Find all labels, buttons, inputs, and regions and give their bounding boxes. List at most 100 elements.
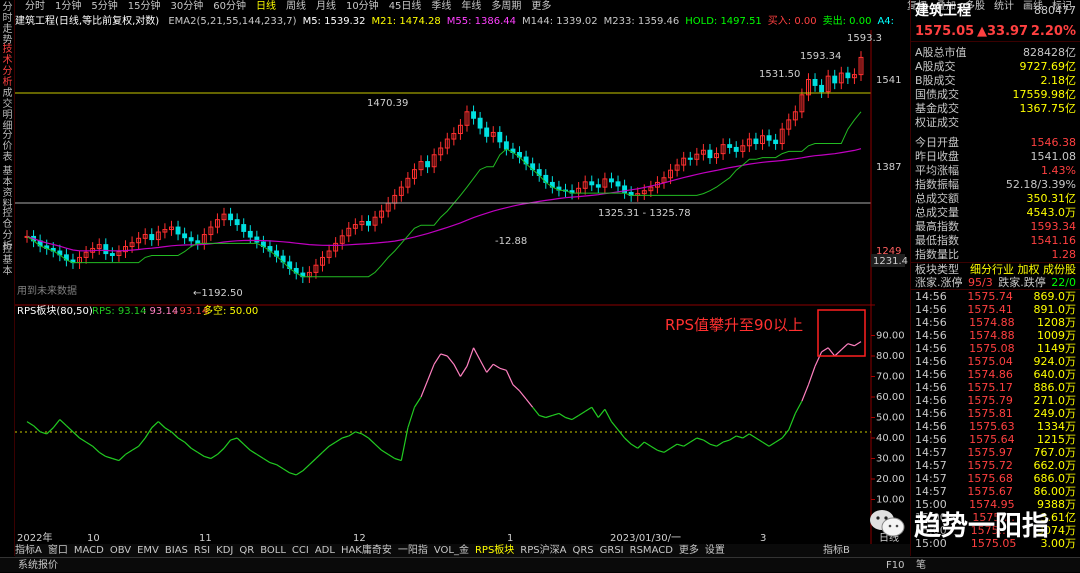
indicator-tab-4[interactable]: EMV [137,545,159,556]
indicator-tab-7[interactable]: KDJ [216,545,233,556]
indicator-tab-5[interactable]: BIAS [165,545,188,556]
stat-value: 1.28 [1051,248,1077,261]
period-0[interactable]: 分时 [25,0,45,14]
period-13[interactable]: 多周期 [491,0,521,14]
period-10[interactable]: 45日线 [389,0,422,14]
indicator-tab-0[interactable]: 指标A [15,545,42,556]
tick-time: 14:56 [915,303,947,316]
indicator-value-5: M233: 1359.46 [603,16,680,27]
candle-body [366,220,371,226]
rps-axis-tick: 50.00 [876,413,905,424]
tick-volume: 640.0万 [1033,368,1076,381]
tick-row: 14:56 1574.86 640.0万 [911,368,1080,381]
indicator-tab-2[interactable]: MACD [74,545,104,556]
candle-body [503,141,509,150]
x-axis-label-6: 3 [760,533,766,544]
indicator-value-0: EMA2(5,21,55,144,233,7) [168,16,297,27]
indicator-tab-6[interactable]: RSI [194,545,210,556]
stat-row: 国债成交 17559.98亿 [911,88,1080,102]
f10-button[interactable]: F10 [886,558,904,573]
left-tab-2[interactable]: 成交明细 [1,88,14,132]
stat-row: A股总市值 828428亿 [911,46,1080,60]
stat-label: 最高指数 [915,220,959,233]
indicator-tab-20[interactable]: 更多 [679,545,699,556]
rps-axis-tick: 30.00 [876,454,905,465]
indicator-tab-12[interactable]: HAK庸奇安 [341,545,392,556]
stat-label: 今日开盘 [915,136,959,149]
left-tab-6[interactable]: 控基本 [1,244,14,277]
left-tab-4[interactable]: 基本资料 [1,166,14,210]
period-11[interactable]: 季线 [431,0,451,14]
period-9[interactable]: 10分钟 [346,0,379,14]
period-8[interactable]: 月线 [316,0,336,14]
stats-list: A股总市值 828428亿 A股成交 9727.69亿 B股成交 2.18亿 国债成交 175… [911,42,1080,262]
stat-row: 平均涨幅 1.43% [911,164,1080,178]
candle-body [149,234,155,241]
stat-label: 基金成交 [915,102,959,115]
indicator-tab-21[interactable]: 设置 [705,545,725,556]
candle-body [484,127,490,137]
indicator-tab-3[interactable]: OBV [110,545,131,556]
candle-body [589,181,595,186]
stat-row: 指数量比 1.28 [911,248,1080,262]
indicator-tab-15[interactable]: RPS板块 [475,545,514,556]
rps-value-1: RPS: 93.14 [92,306,147,317]
x-axis-label-1: 10 [87,533,100,544]
tick-time: 14:57 [915,472,947,485]
candle-body [188,237,194,242]
left-tab-3[interactable]: 分价表 [1,130,14,163]
stat-row: 今日开盘 1546.38 [911,136,1080,150]
indicator-tab-19[interactable]: RSMACD [630,545,673,556]
stat-label: 平均涨幅 [915,164,959,177]
axis-1387: 1387 [876,162,901,173]
indicator-value-6: HOLD: 1497.51 [685,16,762,27]
tick-time: 14:57 [915,459,947,472]
indicator-tab-14[interactable]: VOL_金 [434,545,469,556]
indicator-tab-22[interactable]: 指标B [823,544,850,557]
period-12[interactable]: 年线 [461,0,481,14]
tick-row: 14:56 1574.88 1208万 [911,316,1080,329]
indicator-tab-9[interactable]: BOLL [260,545,286,556]
indicator-tab-13[interactable]: 一阳指 [398,545,428,556]
indicator-tab-11[interactable]: ADL [315,545,335,556]
pen-button[interactable]: 笔 [916,558,926,573]
main-chart-area[interactable]: 1593.34 1593.3 1531.50 1470.39 1325.31 - 132… [15,30,910,544]
tick-price: 1574.88 [969,316,1015,329]
indicator-tab-18[interactable]: GRSI [600,545,624,556]
indicator-tab-1[interactable]: 窗口 [48,545,68,556]
left-tab-1[interactable]: 技术分析 [1,44,14,88]
tick-volume: 1149万 [1036,342,1076,355]
candle-body [497,131,503,143]
axis-1231: 1231.4 [873,256,908,267]
candle-body [707,149,713,159]
up-count-label: 涨家.涨停 [915,276,963,289]
stat-label: 权证成交 [915,116,959,129]
period-5[interactable]: 60分钟 [213,0,246,14]
period-6[interactable]: 日线 [256,0,276,14]
candle-body [609,178,614,183]
indicator-value-8: 卖出: 0.00 [822,16,872,27]
period-7[interactable]: 周线 [286,0,306,14]
indicator-tab-16[interactable]: RPS沪深A [520,545,566,556]
period-4[interactable]: 30分钟 [170,0,203,14]
rps-axis-tick: 20.00 [876,474,905,485]
tick-time: 14:56 [915,329,947,342]
tick-row: 14:57 1575.67 86.00万 [911,485,1080,498]
indicator-tab-8[interactable]: QR [239,545,254,556]
tick-time: 14:56 [915,290,947,303]
candle-body [103,244,109,255]
quote-panel: 建筑工程 880477 1575.05 ▲33.97 2.20% A股总市值 82… [910,0,1080,556]
tick-price: 1575.67 [967,485,1013,498]
board-type-value[interactable]: 细分行业 加权 成份股 [970,263,1076,276]
indicator-tab-10[interactable]: CCI [292,545,309,556]
left-tab-0[interactable]: 分时走势 [1,2,14,46]
period-14[interactable]: 更多 [531,0,551,14]
period-1[interactable]: 1分钟 [55,0,81,14]
indicator-tab-17[interactable]: QRS [572,545,593,556]
period-2[interactable]: 5分钟 [91,0,117,14]
label-1470: 1470.39 [367,98,408,109]
stat-label: 总成交量 [915,206,959,219]
period-3[interactable]: 15分钟 [128,0,161,14]
wechat-icon [870,510,905,537]
stat-value: 1546.38 [1030,136,1077,149]
